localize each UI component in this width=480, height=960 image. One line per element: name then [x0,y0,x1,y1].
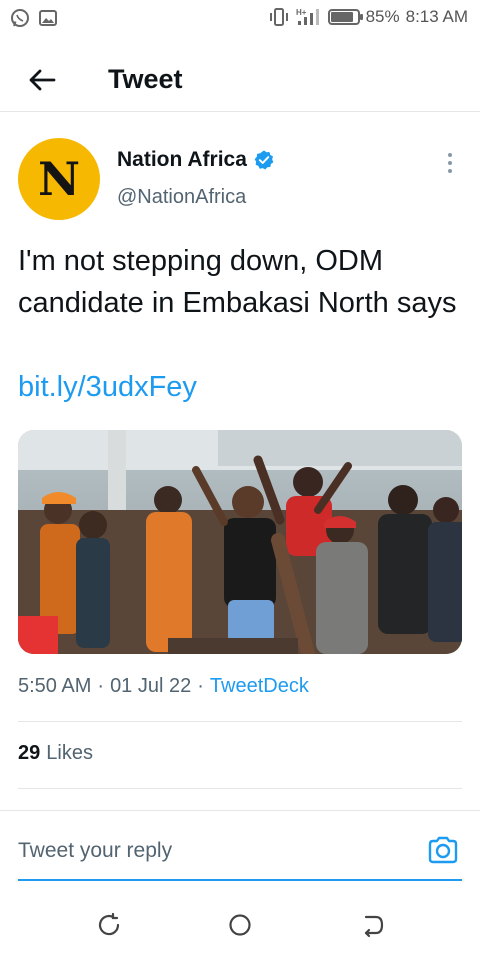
likes-count[interactable]: 29 Likes [18,742,93,765]
battery-icon [327,9,363,25]
tweet-link[interactable]: bit.ly/3udxFey [18,366,197,408]
vibrate-icon [269,8,288,26]
home-circle-icon [229,914,251,936]
reply-bar: Tweet your reply [0,810,480,890]
reply-input-underline [18,879,462,881]
camera-icon [428,836,458,864]
verified-badge-icon [254,150,274,170]
back-button[interactable] [24,62,60,98]
tweet-photo[interactable] [18,430,462,654]
meta-separator: · [197,675,204,697]
avatar[interactable]: N [18,138,100,220]
likes-label: Likes [46,742,93,764]
svg-text:H+: H+ [296,8,307,17]
author-display-name: Nation Africa [117,148,247,171]
battery-percent: 85% [365,7,400,26]
meta-separator: · [97,675,105,697]
divider [18,721,462,722]
top-app-bar: Tweet [0,48,480,112]
battery-fill [330,12,353,22]
more-vertical-icon-dot [448,153,452,157]
more-options-button[interactable] [440,148,460,178]
status-bar: H+ 85% 8:13 AM [0,0,480,36]
system-status: H+ 85% 8:13 AM [268,7,468,27]
back-nav-button[interactable] [360,912,386,938]
crowd-photo-illustration [18,430,462,654]
arrow-left-icon [29,69,56,91]
tweet-text: I'm not stepping down, ODM candidate in … [18,245,457,319]
author-name[interactable]: Nation Africa [117,148,275,172]
nav-back-icon [364,915,384,938]
reply-input[interactable]: Tweet your reply [18,839,172,863]
tweet-source[interactable]: TweetDeck [210,675,309,698]
system-navigation-bar [0,900,480,960]
recents-button[interactable] [96,912,122,938]
camera-button[interactable] [426,833,460,867]
divider [18,788,462,789]
tweet-time: 5:50 AM [18,675,92,697]
likes-number: 29 [18,742,41,764]
more-vertical-icon-dot [448,169,452,173]
more-vertical-icon-dot [448,161,452,165]
page-title: Tweet [108,64,183,94]
notification-icons [10,8,58,28]
clock: 8:13 AM [405,7,468,26]
gallery-icon [39,10,57,26]
avatar-letter: N [37,152,81,206]
recents-icon [98,912,120,936]
whatsapp-icon [11,9,29,27]
author-handle[interactable]: @NationAfrica [117,186,246,209]
home-button[interactable] [227,912,253,938]
tweet-date: 01 Jul 22 [110,675,192,697]
tweet-meta: 5:50 AM · 01 Jul 22 · TweetDeck [18,675,309,698]
signal-icon: H+ [296,8,319,25]
